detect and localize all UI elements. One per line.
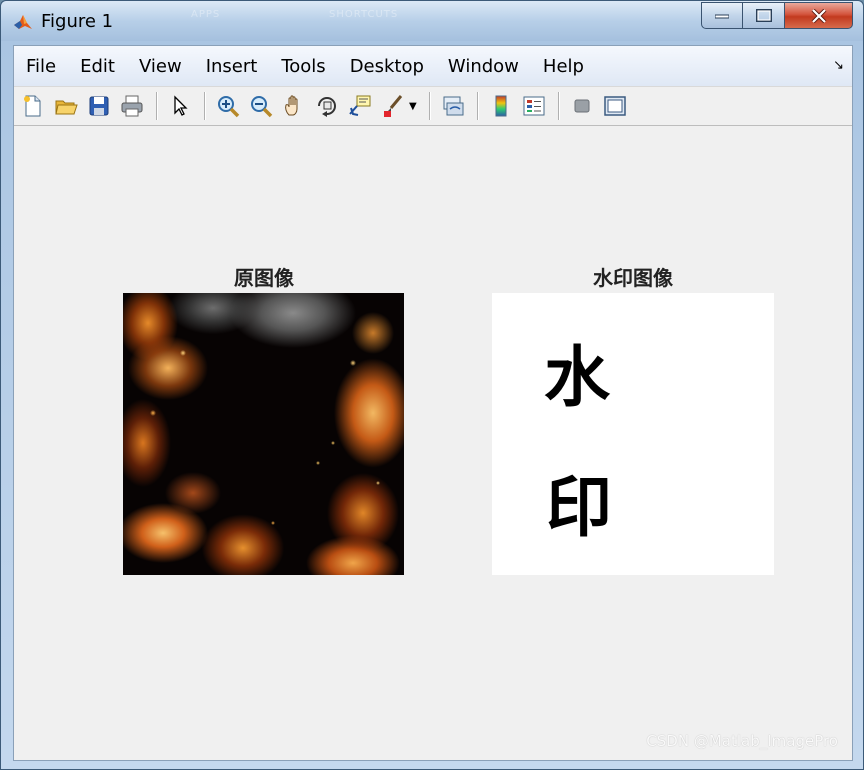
axes-title-original: 原图像 [234,266,294,290]
hide-plot-tools-button[interactable] [567,91,597,121]
csdn-credit: CSDN @Matlab_ImagePro [646,732,838,750]
menu-view[interactable]: View [139,56,182,77]
brush-dropdown-icon[interactable]: ▼ [409,101,417,112]
zoom-out-button[interactable] [246,91,276,121]
print-button[interactable] [117,91,147,121]
legend-icon [523,96,545,116]
zoom-in-icon [218,96,240,118]
menu-insert[interactable]: Insert [206,56,258,77]
menu-window[interactable]: Window [448,56,519,77]
window-title: Figure 1 [41,11,114,32]
watermark-char-1: 水 [544,339,610,416]
matlab-logo-icon [14,15,32,29]
open-file-icon [55,100,78,115]
figure-toolbar: ▼ [14,86,852,126]
toolbar-separator [156,92,157,120]
toolbar-separator [204,92,205,120]
menu-overflow-icon[interactable]: ↘ [833,58,844,73]
show-plot-tools-icon [603,96,626,116]
legend-button[interactable] [519,91,549,121]
minimize-button[interactable] [701,2,743,29]
window-controls [701,2,853,29]
original-image [123,293,404,575]
save-icon [89,96,109,116]
title-bar[interactable]: APPS SHORTCUTS Figure 1 [1,1,863,41]
axes-title-watermark: 水印图像 [593,266,673,290]
data-cursor-icon [349,95,371,116]
close-button[interactable] [785,2,853,29]
new-figure-icon [24,95,41,117]
maximize-icon [755,9,772,22]
menu-bar: File Edit View Insert Tools Desktop Wind… [14,46,852,86]
colorbar-icon [495,95,507,117]
watermark-char-2: 印 [546,469,612,546]
brush-button[interactable] [378,91,408,121]
print-icon [121,95,143,117]
menu-edit[interactable]: Edit [80,56,115,77]
rotate-3d-icon [318,97,336,117]
colorbar-button[interactable] [486,91,516,121]
figure-window: APPS SHORTCUTS Figure 1 File Edit View I… [0,0,864,770]
link-plot-icon [443,96,464,116]
pan-icon [285,95,298,116]
menu-help[interactable]: Help [543,56,584,77]
toolbar-separator [428,92,430,120]
close-icon [811,8,826,23]
pan-button[interactable] [279,91,309,121]
new-figure-button[interactable] [18,91,48,121]
figure-client-area: File Edit View Insert Tools Desktop Wind… [13,45,853,761]
toolbar-separator [557,92,559,120]
background-text: APPS [191,9,221,20]
link-plot-button[interactable] [438,91,468,121]
fire-sparks [123,293,404,575]
hide-plot-tools-icon [574,99,590,113]
menu-tools[interactable]: Tools [281,56,325,77]
save-button[interactable] [84,91,114,121]
data-cursor-button[interactable] [345,91,375,121]
rotate-3d-button[interactable] [312,91,342,121]
minimize-icon [715,14,729,18]
open-file-button[interactable] [51,91,81,121]
zoom-out-icon [251,96,273,118]
show-plot-tools-button[interactable] [600,91,630,121]
brush-icon [384,95,403,117]
menu-desktop[interactable]: Desktop [350,56,424,77]
background-text: SHORTCUTS [329,9,399,20]
maximize-button[interactable] [743,2,785,29]
toolbar-separator [476,92,478,120]
zoom-in-button[interactable] [213,91,243,121]
edit-plot-icon [174,95,188,116]
watermark-image: 水 印 [492,293,774,575]
edit-plot-button[interactable] [165,91,195,121]
menu-file[interactable]: File [26,56,56,77]
